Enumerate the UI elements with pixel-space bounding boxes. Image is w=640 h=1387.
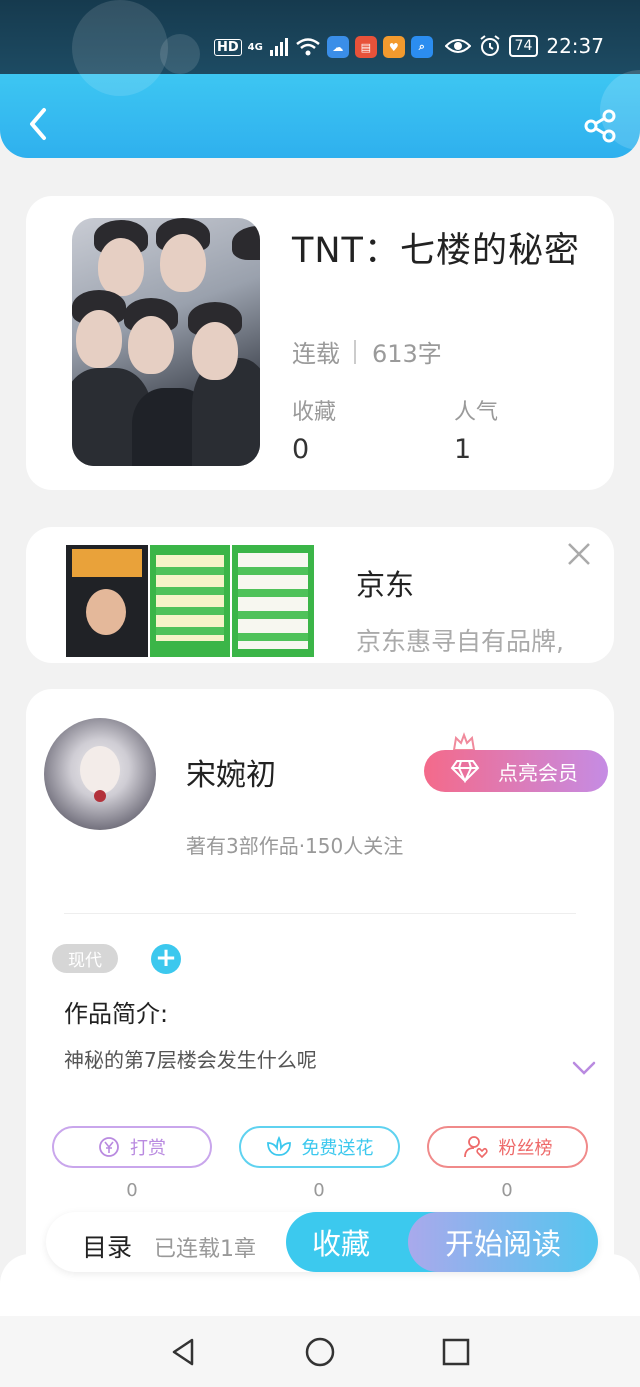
nav-home-button[interactable] xyxy=(304,1336,336,1368)
share-icon xyxy=(584,109,616,143)
vip-label: 点亮会员 xyxy=(498,760,578,785)
ad-title[interactable]: 京东 xyxy=(356,562,414,604)
cover-figure xyxy=(160,234,206,292)
avatar[interactable] xyxy=(44,718,156,830)
toc-button[interactable]: 目录 xyxy=(82,1228,132,1264)
crown-icon xyxy=(452,732,476,751)
clock: 22:37 xyxy=(546,34,604,58)
close-icon xyxy=(568,543,590,565)
popularity-label: 人气 xyxy=(454,400,499,425)
chevron-down-icon xyxy=(572,1061,596,1075)
flower-count: 0 xyxy=(313,1180,325,1201)
search-app-icon: ⌕ xyxy=(410,36,433,58)
cover-figure xyxy=(232,226,260,260)
cover-figure xyxy=(192,322,238,380)
word-count: 613字 xyxy=(372,340,442,368)
status-bar: HD 4G ☁ ▤ ♥ ⌕ 74 22:37 xyxy=(0,30,640,66)
avatar-face xyxy=(80,746,120,794)
ad-product-list xyxy=(238,553,308,649)
avatar-rose xyxy=(94,790,106,802)
book-meta: 连载 613字 xyxy=(292,334,442,369)
book-title: TNT：七楼的秘密 xyxy=(292,231,580,271)
triangle-back-icon xyxy=(172,1338,194,1366)
ad-image-product[interactable] xyxy=(150,545,230,657)
back-button[interactable] xyxy=(22,104,52,144)
chapter-count[interactable]: 已连载1章 xyxy=(154,1231,256,1263)
divider xyxy=(64,913,576,914)
alarm-icon xyxy=(479,35,500,56)
flower-icon xyxy=(266,1136,291,1156)
status-right: 74 22:37 xyxy=(444,34,604,58)
intro-title: 作品简介: xyxy=(64,1000,169,1028)
favorites-count: 0 xyxy=(292,434,310,465)
send-flower-label: 免费送花 xyxy=(301,1138,374,1159)
popularity-count: 1 xyxy=(454,434,472,465)
add-tag-button[interactable]: + xyxy=(151,944,181,974)
fan-ranking-label: 粉丝榜 xyxy=(498,1138,553,1159)
yen-coin-icon xyxy=(99,1137,119,1157)
send-flower-button[interactable]: 免费送花 xyxy=(239,1126,400,1168)
fan-ranking-button[interactable]: 粉丝榜 xyxy=(427,1126,588,1168)
ad-close-button[interactable] xyxy=(566,541,592,567)
cover-figure xyxy=(128,316,174,374)
nav-recents-button[interactable] xyxy=(440,1336,472,1368)
vip-membership-button[interactable]: 点亮会员 xyxy=(424,750,608,792)
tip-button[interactable]: 打赏 xyxy=(52,1126,212,1168)
favorites-label: 收藏 xyxy=(292,400,337,425)
genre-tag[interactable]: 现代 xyxy=(52,944,118,973)
health-app-icon: ♥ xyxy=(382,36,405,58)
signal-icon xyxy=(269,38,288,56)
top-header: HD 4G ☁ ▤ ♥ ⌕ 74 22:37 xyxy=(0,0,640,158)
cover-figure xyxy=(98,238,144,296)
status-icons: HD 4G ☁ ▤ ♥ ⌕ xyxy=(214,36,433,58)
meta-divider xyxy=(354,339,356,364)
author-stats: 著有3部作品·150人关注 xyxy=(186,834,404,858)
square-recents-icon xyxy=(442,1338,470,1366)
network-type: 4G xyxy=(247,41,263,53)
news-app-icon: ▤ xyxy=(354,36,377,58)
battery-indicator: 74 xyxy=(508,35,539,57)
eye-icon xyxy=(444,39,471,53)
tip-label: 打赏 xyxy=(130,1138,166,1159)
ad-person xyxy=(86,589,126,635)
wifi-icon xyxy=(296,38,320,56)
ad-banner xyxy=(72,549,142,577)
author-name[interactable]: 宋婉初 xyxy=(186,750,276,794)
chevron-left-icon xyxy=(30,108,46,140)
book-status: 连载 xyxy=(292,340,340,368)
book-cover[interactable] xyxy=(72,218,260,466)
cover-figure xyxy=(76,310,122,368)
fan-count: 0 xyxy=(501,1180,513,1201)
ad-product-list xyxy=(156,555,224,641)
share-button[interactable] xyxy=(582,108,618,144)
hd-indicator: HD xyxy=(214,38,242,56)
ad-image-video[interactable] xyxy=(66,545,148,657)
tip-count: 0 xyxy=(126,1180,138,1201)
expand-button[interactable] xyxy=(572,1060,596,1076)
cloud-app-icon: ☁ xyxy=(326,36,349,58)
circle-home-icon xyxy=(305,1337,335,1367)
diamond-icon xyxy=(450,760,480,783)
nav-back-button[interactable] xyxy=(168,1336,200,1368)
ad-image-product[interactable] xyxy=(232,545,314,657)
start-reading-button[interactable]: 开始阅读 xyxy=(408,1212,598,1272)
user-heart-icon xyxy=(463,1136,488,1159)
intro-text: 神秘的第7层楼会发生什么呢 xyxy=(64,1048,317,1072)
ad-description[interactable]: 京东惠寻自有品牌, xyxy=(356,622,596,658)
